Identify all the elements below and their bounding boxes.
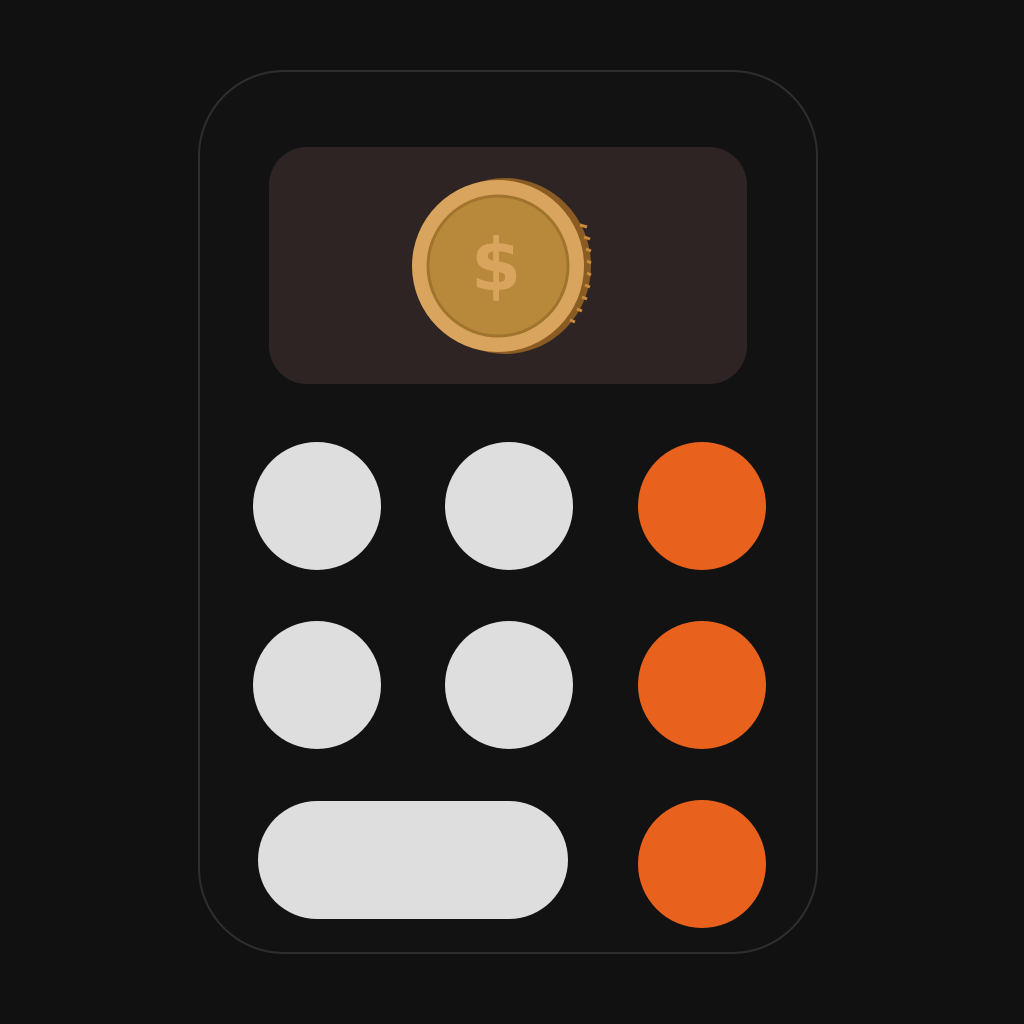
key-orange-3[interactable] [638,800,766,928]
key-orange-2[interactable] [638,621,766,749]
key-orange-1[interactable] [638,442,766,570]
dollar-coin-icon: $ [410,175,592,357]
coin-dollar-symbol: $ [471,223,521,307]
key-light-1[interactable] [253,442,381,570]
key-light-4[interactable] [445,621,573,749]
key-light-2[interactable] [445,442,573,570]
key-light-wide[interactable] [258,801,568,919]
key-light-3[interactable] [253,621,381,749]
app-icon-canvas: $ [0,0,1024,1024]
